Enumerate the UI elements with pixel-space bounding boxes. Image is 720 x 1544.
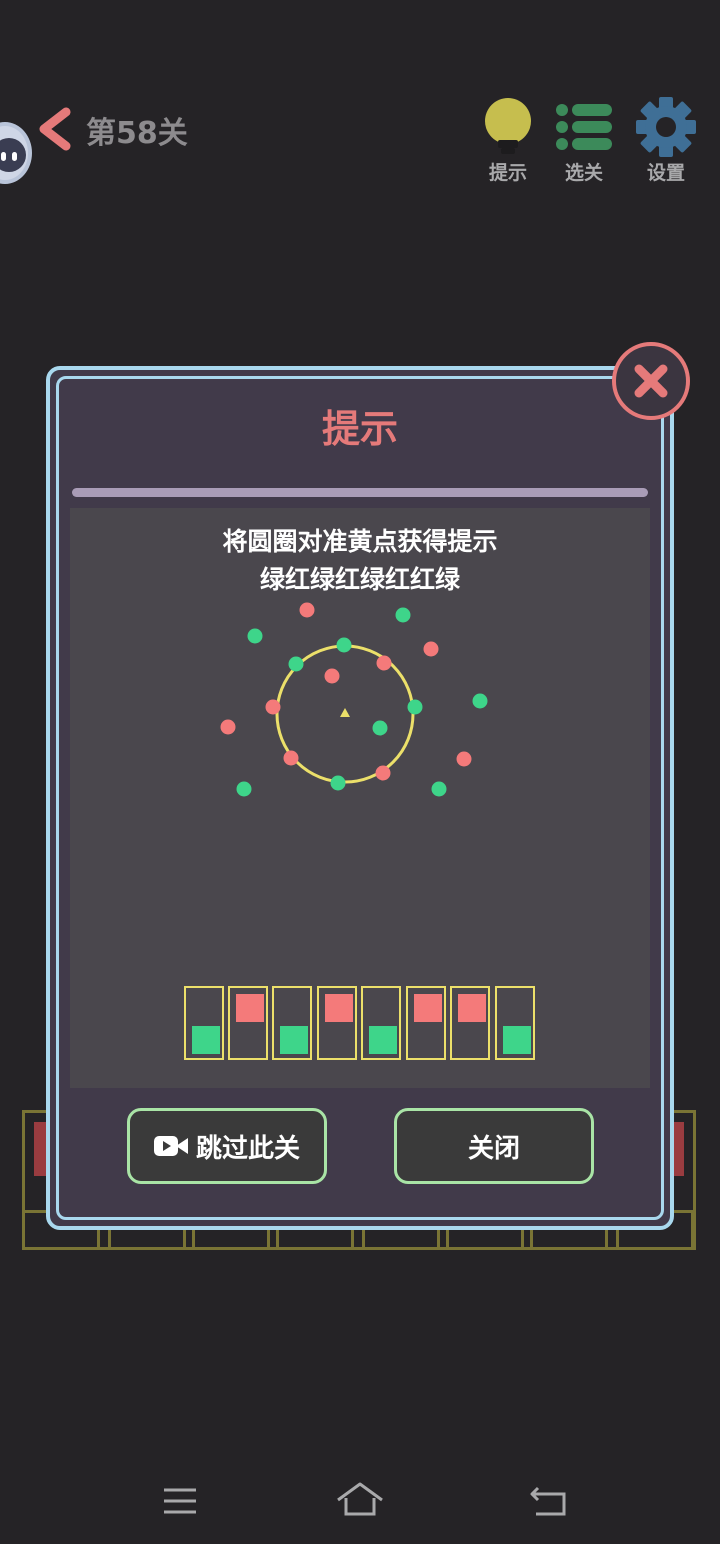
close-icon <box>634 364 668 398</box>
dots <box>220 602 488 797</box>
home-icon[interactable] <box>334 1480 386 1520</box>
settings-label: 设置 <box>646 162 685 184</box>
lightbulb-icon <box>485 98 531 154</box>
sequence-slot <box>228 986 268 1060</box>
sequence-slot <box>361 986 401 1060</box>
back-arrow-icon[interactable] <box>34 106 78 152</box>
divider <box>72 488 648 497</box>
hint-instruction: 将圆圈对准黄点获得提示 <box>222 527 498 556</box>
video-camera-icon <box>153 1136 188 1156</box>
hint-label: 提示 <box>488 162 527 184</box>
settings-button[interactable]: 设置 <box>626 96 706 186</box>
sequence-slot <box>317 986 357 1060</box>
hint-button[interactable]: 提示 <box>468 96 548 186</box>
close-label: 关闭 <box>467 1133 520 1164</box>
menu-icon[interactable] <box>162 1484 198 1518</box>
close-button[interactable]: 关闭 <box>394 1108 594 1184</box>
level-title: 第58关 <box>86 116 188 151</box>
select-level-label: 选关 <box>564 162 603 184</box>
dialog-title: 提示 <box>321 407 398 451</box>
back-icon[interactable] <box>528 1484 570 1520</box>
dialog-close-button[interactable] <box>612 342 690 420</box>
list-icon <box>556 104 612 150</box>
select-level-button[interactable]: 选关 <box>544 96 624 186</box>
sequence-slot <box>272 986 312 1060</box>
skip-level-button[interactable]: 跳过此关 <box>127 1108 327 1184</box>
sequence-slot <box>406 986 446 1060</box>
hint-ring-figure[interactable] <box>200 590 520 820</box>
center-marker <box>340 708 350 717</box>
sequence-slot <box>450 986 490 1060</box>
skip-level-label: 跳过此关 <box>195 1133 300 1164</box>
sequence-slot <box>184 986 224 1060</box>
gear-icon <box>636 97 696 157</box>
avatar[interactable] <box>0 122 32 184</box>
sequence-slot <box>495 986 535 1060</box>
